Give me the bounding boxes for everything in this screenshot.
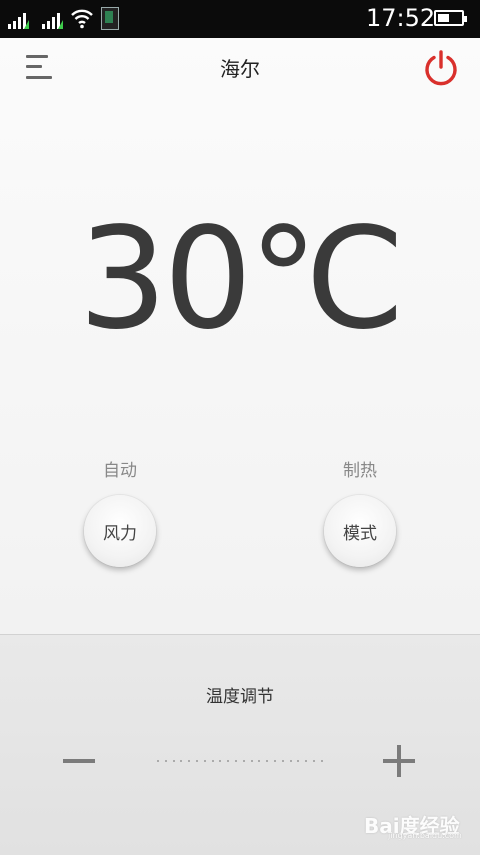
slider-dot (203, 760, 206, 762)
status-bar: 17:52 (0, 0, 480, 38)
battery-level (438, 14, 449, 22)
minus-icon[interactable] (60, 742, 100, 782)
slider-dot (297, 760, 300, 762)
slider-dot (273, 760, 276, 762)
wind-status-label: 自动 (103, 461, 137, 481)
slider-dot (188, 760, 191, 762)
slider-dot (320, 760, 323, 762)
slider-dot (157, 760, 159, 762)
page-title: 海尔 (220, 57, 260, 81)
watermark: Bai度经验 jingyan.baidu.com (362, 802, 472, 842)
slider-dot (234, 760, 237, 762)
mode-button[interactable]: 模式 (324, 495, 396, 567)
slider-dot (258, 760, 261, 762)
slider-dot (164, 760, 167, 762)
slider-dot (180, 760, 183, 762)
slider-dot (281, 760, 284, 762)
notification-icon (101, 7, 119, 30)
adjust-title: 温度调节 (206, 687, 274, 707)
temperature-display: 30℃ (78, 198, 405, 361)
wifi-icon (71, 9, 93, 29)
slider-dot (312, 760, 315, 762)
slider-dot (242, 760, 245, 762)
signal-icon-2 (42, 13, 63, 29)
slider-dot (227, 760, 230, 762)
slider-dot (219, 760, 222, 762)
temperature-slider[interactable] (157, 760, 323, 764)
slider-dot (211, 760, 214, 762)
battery-icon (434, 10, 467, 26)
slider-dot (250, 760, 253, 762)
slider-dot (289, 760, 292, 762)
slider-dot (305, 760, 308, 762)
watermark-url: jingyan.baidu.com (388, 831, 462, 840)
slider-dot (172, 760, 175, 762)
slider-dot (266, 760, 269, 762)
mode-status-label: 制热 (343, 461, 377, 481)
wind-button[interactable]: 风力 (84, 495, 156, 567)
signal-icon (8, 13, 29, 29)
power-icon[interactable] (422, 49, 460, 87)
status-time: 17:52 (366, 4, 436, 32)
slider-dot (195, 760, 198, 762)
plus-icon[interactable] (379, 742, 419, 782)
